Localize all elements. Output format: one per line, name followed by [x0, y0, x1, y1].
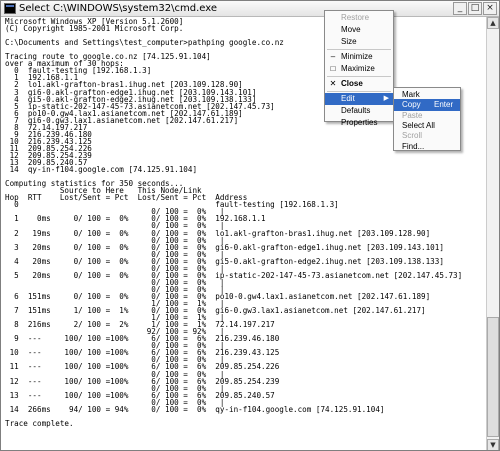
menu-item-restore[interactable]: Restore — [325, 12, 393, 24]
menu-item-maximize[interactable]: □ Maximize — [325, 63, 393, 75]
menu-item-size[interactable]: Size — [325, 36, 393, 48]
close-button[interactable]: × — [483, 2, 497, 15]
menu-separator — [327, 91, 391, 92]
console-line: Trace complete. — [5, 418, 74, 428]
console-icon[interactable] — [4, 3, 16, 14]
menu-item-label: Properties — [341, 118, 378, 127]
menu-item-minimize[interactable]: – Minimize — [325, 51, 393, 63]
menu-item-label: Copy — [402, 100, 421, 110]
cmd-window: Select C:\WINDOWS\system32\cmd.exe _ □ ×… — [0, 0, 500, 451]
menu-item-edit[interactable]: Edit ▶ — [325, 93, 393, 105]
menu-item-label: Close — [341, 79, 363, 88]
menu-item-label: Edit — [341, 94, 355, 103]
menu-item-label: Restore — [341, 13, 370, 22]
menu-item-move[interactable]: Move — [325, 24, 393, 36]
menu-item-label: Find... — [402, 141, 425, 151]
menu-item-label: Size — [341, 37, 357, 46]
edit-item-find[interactable]: Find... — [394, 141, 460, 153]
console-line: C:\Documents and Settings\test_computer>… — [5, 38, 284, 48]
scroll-up-icon[interactable]: ▲ — [487, 17, 499, 29]
scroll-thumb[interactable] — [487, 317, 499, 437]
scroll-down-icon[interactable]: ▼ — [487, 439, 499, 450]
console-line: (C) Copyright 1985-2001 Microsoft Corp. — [5, 24, 184, 34]
menu-item-label: Select All — [402, 120, 435, 130]
title-bar[interactable]: Select C:\WINDOWS\system32\cmd.exe _ □ × — [1, 1, 499, 17]
window-title: Select C:\WINDOWS\system32\cmd.exe — [19, 3, 217, 14]
menu-item-defaults[interactable]: Defaults — [325, 105, 393, 117]
menu-item-label: Mark — [402, 90, 420, 99]
menu-separator — [327, 76, 391, 77]
menu-item-properties[interactable]: Properties — [325, 117, 393, 129]
menu-item-label: Minimize — [341, 52, 373, 61]
menu-item-label: Move — [341, 25, 361, 34]
submenu-arrow-icon: ▶ — [383, 95, 389, 102]
maximize-icon: □ — [330, 64, 336, 73]
console-output[interactable]: Microsoft Windows XP [Version 5.1.2600](… — [2, 17, 486, 450]
minimize-button[interactable]: _ — [453, 2, 467, 15]
edit-submenu: Mark Copy Enter Paste Select All Scroll Find..… — [393, 87, 461, 151]
menu-item-label: Paste — [402, 110, 423, 120]
menu-item-label: Defaults — [341, 106, 371, 115]
maximize-button[interactable]: □ — [468, 2, 482, 15]
close-icon: ✕ — [329, 79, 337, 88]
menu-separator — [327, 49, 391, 50]
minimize-icon: – — [330, 52, 336, 61]
console-line: 14 qy-in-f104.google.com [74.125.91.104] — [5, 165, 198, 175]
menu-item-close[interactable]: ✕ Close — [325, 78, 393, 90]
menu-item-label: Scroll — [402, 131, 423, 141]
menu-item-label: Maximize — [341, 64, 375, 73]
console-line: 14 266ms 94/ 100 = 94% 0/ 100 = 0% qy-in… — [5, 404, 385, 414]
vertical-scrollbar[interactable]: ▲ ▼ — [486, 17, 499, 450]
system-menu: Restore Move Size – Minimize □ Maximize ✕ Close E… — [324, 10, 394, 127]
